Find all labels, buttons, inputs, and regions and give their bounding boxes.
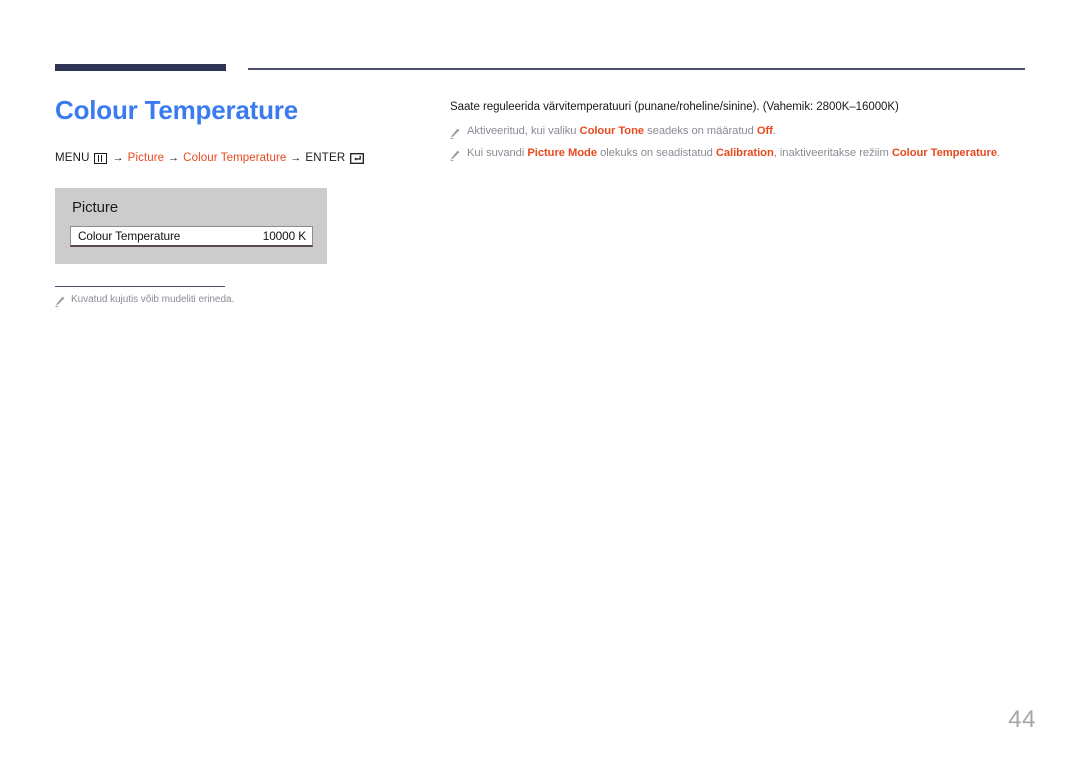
- breadcrumb-item-picture[interactable]: Picture: [128, 152, 165, 165]
- footnote: Kuvatud kujutis võib mudeliti erineda.: [55, 294, 234, 307]
- osd-row-colour-temperature[interactable]: Colour Temperature 10000 K: [70, 226, 313, 247]
- osd-panel-heading: Picture: [72, 199, 118, 216]
- enter-key-icon: [350, 153, 365, 165]
- header-divider-line: [248, 68, 1025, 70]
- note-item: Kui suvandi Picture Mode olekuks on sead…: [450, 146, 1030, 161]
- pencil-icon: [55, 296, 65, 307]
- pencil-icon: [450, 126, 460, 139]
- breadcrumb-enter-label: ENTER: [305, 151, 346, 164]
- osd-row-label: Colour Temperature: [78, 229, 181, 243]
- footnote-divider: [55, 286, 225, 288]
- breadcrumb-item-colour-temperature[interactable]: Colour Temperature: [183, 152, 286, 165]
- menu-grid-icon: [93, 153, 107, 165]
- osd-row-value: 10000 K: [262, 229, 306, 243]
- description-intro: Saate reguleerida värvitemperatuuri (pun…: [450, 101, 899, 113]
- right-column: Saate reguleerida värvitemperatuuri (pun…: [450, 100, 1030, 161]
- breadcrumb: MENU → Picture → Colour Temperature → EN…: [55, 151, 425, 165]
- page-number: 44: [1008, 706, 1036, 733]
- breadcrumb-arrow-3: →: [290, 152, 302, 165]
- header-accent-bar: [55, 64, 226, 71]
- footnote-text: Kuvatud kujutis võib mudeliti erineda.: [71, 294, 235, 305]
- breadcrumb-menu-label: MENU: [55, 151, 90, 164]
- page-title: Colour Temperature: [55, 95, 298, 125]
- osd-panel: Picture Colour Temperature 10000 K: [55, 188, 327, 264]
- left-column: Colour Temperature MENU → Picture → Colo…: [55, 95, 425, 165]
- note-text: Aktiveeritud, kui valiku Colour Tone sea…: [467, 124, 776, 137]
- breadcrumb-arrow-1: →: [112, 152, 124, 165]
- breadcrumb-arrow-2: →: [168, 152, 180, 165]
- note-text: Kui suvandi Picture Mode olekuks on sead…: [467, 147, 1001, 160]
- pencil-icon: [450, 148, 460, 161]
- note-item: Aktiveeritud, kui valiku Colour Tone sea…: [450, 124, 1030, 139]
